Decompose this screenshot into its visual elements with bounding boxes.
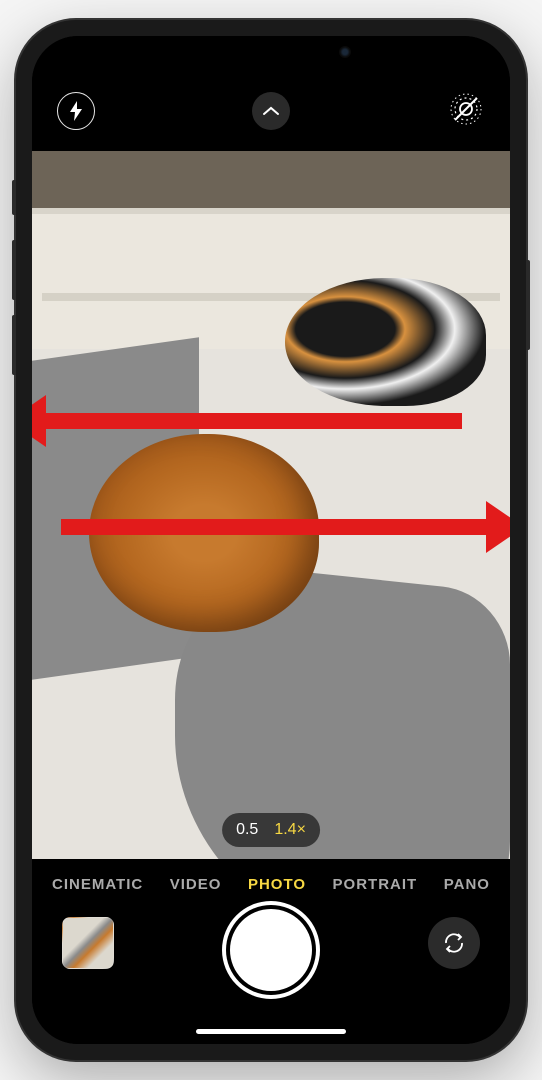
notch [166,36,376,68]
camera-settings-expand-button[interactable] [249,89,293,133]
live-photo-off-icon [449,92,483,131]
mode-photo[interactable]: PHOTO [248,876,306,893]
shutter-button[interactable] [230,909,312,991]
camera-mode-selector[interactable]: CINEMATIC VIDEO PHOTO PORTRAIT PANO [32,859,510,909]
switch-camera-icon [440,929,468,957]
mute-switch [12,180,16,215]
switch-camera-button[interactable] [428,917,480,969]
camera-viewfinder[interactable]: 0.5 1.4× [32,151,510,859]
mode-portrait[interactable]: PORTRAIT [333,876,418,893]
volume-up-button [12,240,16,300]
volume-down-button [12,315,16,375]
zoom-option-current[interactable]: 1.4× [274,821,306,839]
home-indicator[interactable] [196,1029,346,1034]
screen: 0.5 1.4× CINEMATIC VIDEO PHOTO PORTRAIT … [32,36,510,1044]
mode-video[interactable]: VIDEO [170,876,222,893]
zoom-option-wide[interactable]: 0.5 [236,821,258,839]
annotation-arrow-left [32,413,462,429]
power-button [526,260,530,350]
mode-cinematic[interactable]: CINEMATIC [52,876,143,893]
chevron-up-icon [252,92,290,130]
annotation-arrow-right [61,519,501,535]
camera-app: 0.5 1.4× CINEMATIC VIDEO PHOTO PORTRAIT … [32,36,510,1044]
live-photo-button[interactable] [444,89,488,133]
zoom-selector[interactable]: 0.5 1.4× [222,813,320,847]
camera-bottom-bar [32,909,510,1044]
mode-pano[interactable]: PANO [444,876,490,893]
scene-preview [32,151,510,859]
front-camera [339,46,351,58]
iphone-device-frame: 0.5 1.4× CINEMATIC VIDEO PHOTO PORTRAIT … [16,20,526,1060]
subject-cat-calico [285,278,486,405]
flash-icon [57,92,95,130]
last-photo-thumbnail[interactable] [62,917,114,969]
flash-button[interactable] [54,89,98,133]
